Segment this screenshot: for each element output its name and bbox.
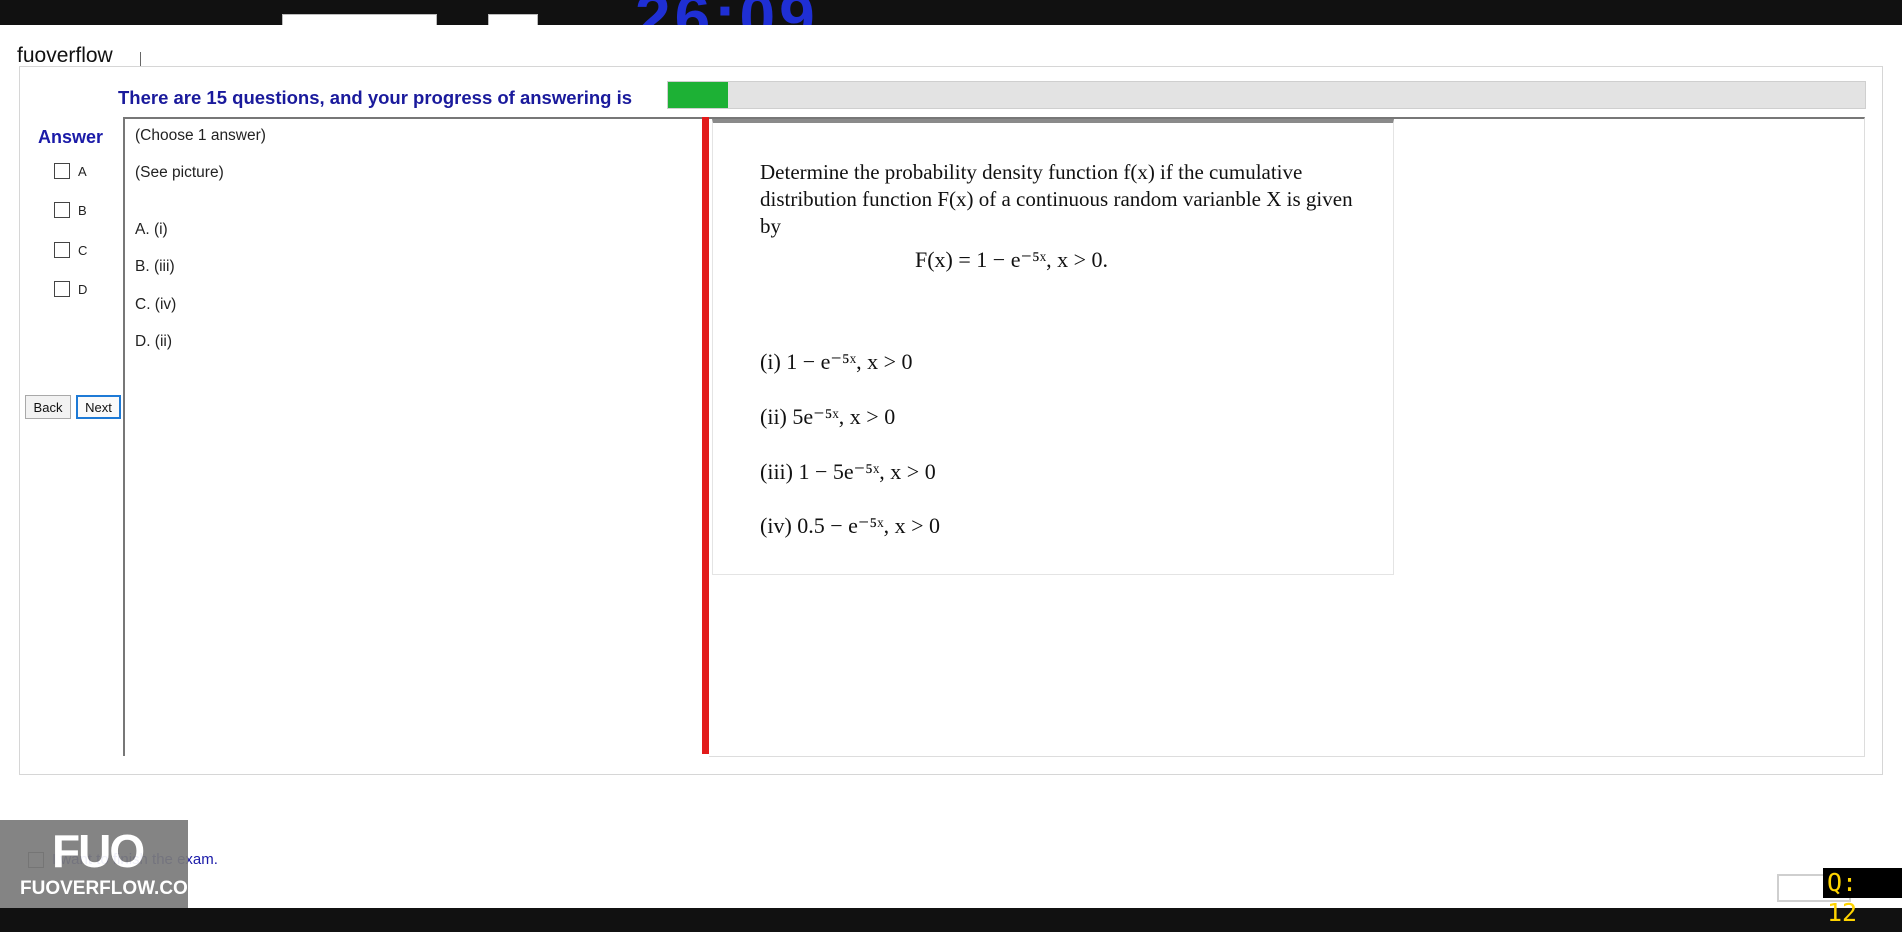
answer-note: (See picture)	[135, 164, 224, 181]
panel-divider[interactable]	[702, 117, 709, 754]
choice-d: D. (ii)	[135, 333, 173, 350]
answer-checkbox-d[interactable]	[54, 281, 70, 297]
answer-instruction: (Choose 1 answer)	[135, 127, 266, 144]
answer-option-b[interactable]: B	[54, 202, 87, 218]
answer-option-c[interactable]: C	[54, 242, 87, 258]
question-item-iv: (iv) 0.5 − e⁻⁵ˣ, x > 0	[760, 513, 940, 538]
answer-option-d[interactable]: D	[54, 281, 87, 297]
choice-a: A. (i)	[135, 221, 168, 238]
answers-panel: (Choose 1 answer) (See picture) A. (i) B…	[123, 117, 708, 756]
answer-checkbox-a[interactable]	[54, 163, 70, 179]
progress-fill	[668, 82, 728, 108]
answer-option-a[interactable]: A	[54, 163, 87, 179]
top-dropdown[interactable]	[282, 14, 437, 25]
answer-checkbox-b[interactable]	[54, 202, 70, 218]
top-small-control[interactable]	[488, 14, 538, 25]
watermark-logo-text: FUO	[52, 825, 145, 877]
answer-heading: Answer	[38, 127, 104, 147]
question-text: Determine the probability density functi…	[760, 160, 1353, 238]
choice-c: C. (iv)	[135, 296, 177, 313]
next-button[interactable]: Next	[76, 395, 121, 419]
choice-b: B. (iii)	[135, 258, 175, 275]
back-button[interactable]: Back	[25, 395, 71, 419]
progress-label: There are 15 questions, and your progres…	[118, 87, 633, 108]
question-image: Determine the probability density functi…	[712, 119, 1394, 575]
answer-option-label: C	[78, 242, 88, 258]
answer-checkbox-c[interactable]	[54, 242, 70, 258]
watermark-site: FUOVERFLOW.COM	[20, 878, 204, 899]
bottom-bar	[0, 908, 1902, 932]
question-counter: Q: 12	[1823, 868, 1902, 927]
top-bar: 26:09	[0, 0, 1902, 25]
watermark-logo: FUO FUOVERFLOW.COM	[0, 820, 204, 908]
question-formula: F(x) = 1 − e⁻⁵ˣ, x > 0.	[915, 247, 1109, 272]
exam-timer: 26:09	[635, 0, 819, 25]
site-label: fuoverflow	[17, 44, 113, 67]
progress-bar	[667, 81, 1866, 109]
answer-option-label: A	[78, 163, 87, 179]
question-item-ii: (ii) 5e⁻⁵ˣ, x > 0	[760, 404, 896, 429]
question-item-iii: (iii) 1 − 5e⁻⁵ˣ, x > 0	[760, 459, 936, 484]
answer-option-label: B	[78, 202, 87, 218]
answer-option-label: D	[78, 281, 88, 297]
question-item-i: (i) 1 − e⁻⁵ˣ, x > 0	[760, 349, 913, 374]
